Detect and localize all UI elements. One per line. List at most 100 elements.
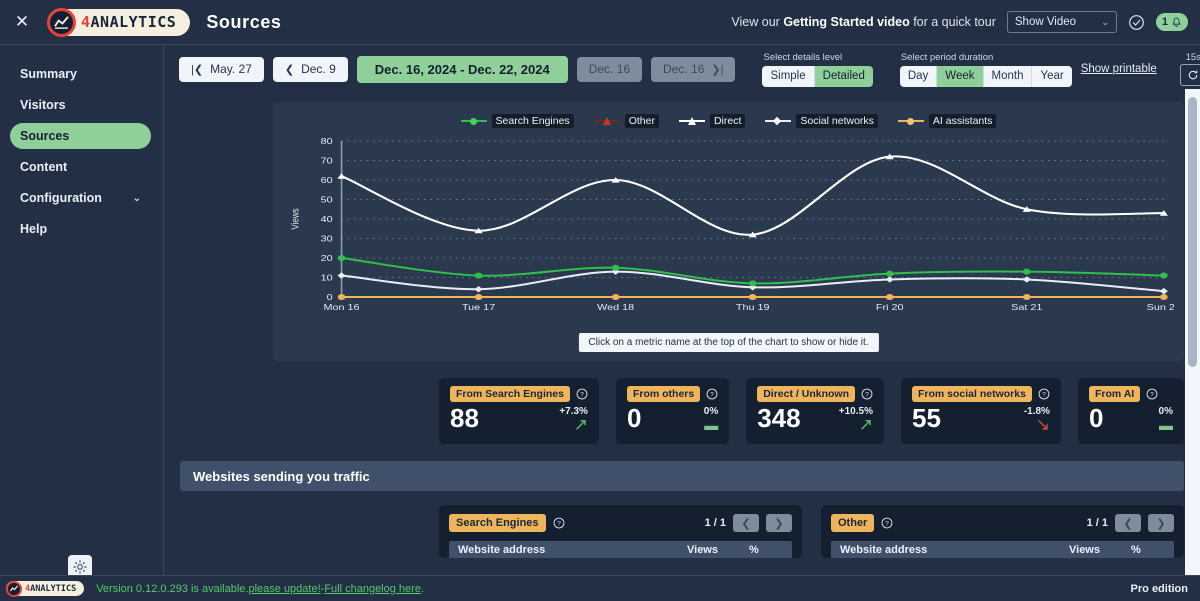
period-week[interactable]: Week (937, 65, 984, 87)
pager-next-button[interactable]: ❯ (766, 514, 792, 532)
help-icon[interactable]: ? (881, 517, 893, 529)
sidebar-item-visitors[interactable]: Visitors (10, 92, 151, 118)
brand-logo: 4ANALYTICS (47, 7, 191, 37)
legend-item-direct[interactable]: Direct (678, 114, 746, 128)
check-circle-icon[interactable] (1128, 14, 1145, 31)
svg-text:?: ? (1150, 392, 1154, 399)
date-prev-label: Dec. 9 (301, 62, 336, 76)
date-first-button[interactable]: |❮ May. 27 (179, 56, 264, 82)
svg-text:30: 30 (321, 235, 334, 245)
trend-up-icon: ↗ (858, 415, 873, 434)
changelog-link[interactable]: Full changelog here (324, 583, 421, 595)
traffic-panels: Search Engines ? 1 / 1 ❮ ❯ Website addre… (439, 505, 1184, 558)
metric-chip: From others (626, 386, 701, 402)
sidebar-item-configuration[interactable]: Configuration ⌄ (10, 185, 151, 211)
legend-item-ai-assistants[interactable]: AI assistants (897, 114, 997, 128)
column-percent[interactable]: % (749, 544, 783, 556)
legend-marker-circle-icon (460, 116, 487, 126)
details-level-detailed[interactable]: Detailed (814, 65, 873, 87)
pager-prev-button[interactable]: ❮ (1115, 514, 1141, 532)
pager-prev-button[interactable]: ❮ (733, 514, 759, 532)
metric-card-ai: From AI ? 0 0% ▬ (1077, 378, 1184, 444)
svg-text:?: ? (865, 392, 869, 399)
svg-text:?: ? (580, 392, 584, 399)
metric-card-others: From others ? 0 0% ▬ (615, 378, 730, 444)
close-icon[interactable]: ✕ (10, 10, 34, 34)
date-prev-button[interactable]: ❮ Dec. 9 (272, 56, 348, 82)
svg-text:20: 20 (321, 254, 334, 264)
date-current-range-button[interactable]: Dec. 16, 2024 - Dec. 22, 2024 (356, 55, 568, 83)
column-website-address[interactable]: Website address (840, 544, 1069, 556)
svg-text:60: 60 (321, 176, 334, 186)
period-duration-title: Select period duration (900, 51, 994, 63)
refresh-button[interactable] (1179, 64, 1200, 86)
metric-chip: Direct / Unknown (757, 386, 855, 402)
period-year[interactable]: Year (1032, 65, 1072, 87)
brand-four: 4 (81, 13, 91, 31)
column-views[interactable]: Views (687, 544, 749, 556)
svg-text:Tue 17: Tue 17 (462, 303, 495, 313)
date-next-button[interactable]: Dec. 16 (576, 56, 643, 82)
please-update-link[interactable]: please update! (248, 583, 320, 595)
version-message: Version 0.12.0.293 is available.please u… (96, 583, 424, 595)
legend-marker-triangle-icon (593, 116, 620, 126)
pager-next-button[interactable]: ❯ (1148, 514, 1174, 532)
date-toolbar: |❮ May. 27 ❮ Dec. 9 Dec. 16, 2024 - Dec.… (164, 45, 1200, 93)
footer-brand-logo: 4ANALYTICS (6, 580, 85, 597)
notifications-badge[interactable]: 1 (1155, 13, 1188, 31)
details-level-simple[interactable]: Simple (762, 65, 815, 87)
svg-text:?: ? (886, 521, 890, 528)
chart-hint: Click on a metric name at the top of the… (578, 333, 879, 352)
legend-label: Social networks (796, 114, 878, 128)
legend-item-search-engines[interactable]: Search Engines (460, 114, 574, 128)
help-icon[interactable]: ? (553, 517, 565, 529)
legend-label: AI assistants (928, 114, 997, 128)
help-icon[interactable]: ? (861, 388, 873, 400)
date-next-label: Dec. 16 (588, 62, 631, 76)
sidebar-item-help[interactable]: Help (10, 216, 151, 242)
sidebar-item-summary[interactable]: Summary (10, 61, 151, 87)
help-icon[interactable]: ? (1146, 388, 1158, 400)
trend-down-icon: ↘ (1035, 415, 1050, 434)
show-printable-link[interactable]: Show printable (1081, 63, 1157, 75)
scrollbar-thumb[interactable] (1188, 97, 1197, 367)
legend-marker-triangle-icon (678, 116, 705, 126)
version-text: Version 0.12.0.293 is available. (96, 582, 249, 595)
table-header-row: Website address Views % (831, 541, 1174, 558)
help-icon[interactable]: ? (1038, 388, 1050, 400)
column-views[interactable]: Views (1069, 544, 1131, 556)
panel-chip: Other (831, 514, 875, 532)
chart-legend: Search Engines Other Direct Social netwo… (283, 111, 1174, 131)
svg-text:50: 50 (321, 196, 334, 206)
refresh-interval-label: 15s (1185, 52, 1200, 63)
period-day[interactable]: Day (899, 65, 938, 87)
sidebar: Summary Visitors Sources Content Configu… (0, 44, 164, 601)
page-scrollbar[interactable] (1185, 89, 1200, 601)
sidebar-item-sources[interactable]: Sources (10, 123, 151, 149)
metric-cards: From Search Engines ? 88 +7.3% ↗ From oth… (439, 378, 1184, 444)
trend-up-icon: ↗ (573, 415, 588, 434)
date-last-label: Dec. 16 (663, 62, 705, 76)
tour-prefix: View our (731, 15, 784, 29)
sidebar-item-label: Content (20, 160, 68, 174)
svg-text:40: 40 (321, 215, 334, 225)
show-video-dropdown[interactable]: Show Video ⌄ (1006, 11, 1117, 33)
help-icon[interactable]: ? (706, 388, 718, 400)
sidebar-item-label: Visitors (20, 98, 66, 112)
traffic-chart-panel: Search Engines Other Direct Social netwo… (273, 102, 1184, 361)
legend-item-social-networks[interactable]: Social networks (765, 114, 878, 128)
column-percent[interactable]: % (1131, 544, 1165, 556)
first-arrow-icon: |❮ (191, 63, 204, 76)
legend-item-other[interactable]: Other (593, 114, 659, 128)
sidebar-item-content[interactable]: Content (10, 154, 151, 180)
period-month[interactable]: Month (983, 65, 1033, 87)
svg-text:Fri 20: Fri 20 (876, 303, 904, 313)
column-website-address[interactable]: Website address (458, 544, 687, 556)
chart-plot-area: 0 10 20 30 40 50 60 70 80 Views Mon 16 Tue 17 Wed 18… (283, 133, 1174, 323)
refresh-group: 15s (1179, 52, 1200, 86)
help-icon[interactable]: ? (576, 388, 588, 400)
date-last-button[interactable]: Dec. 16 ❯| (651, 56, 736, 82)
metric-chip: From social networks (911, 386, 1032, 402)
page-title: Sources (206, 11, 282, 32)
sidebar-item-label: Help (20, 222, 48, 236)
